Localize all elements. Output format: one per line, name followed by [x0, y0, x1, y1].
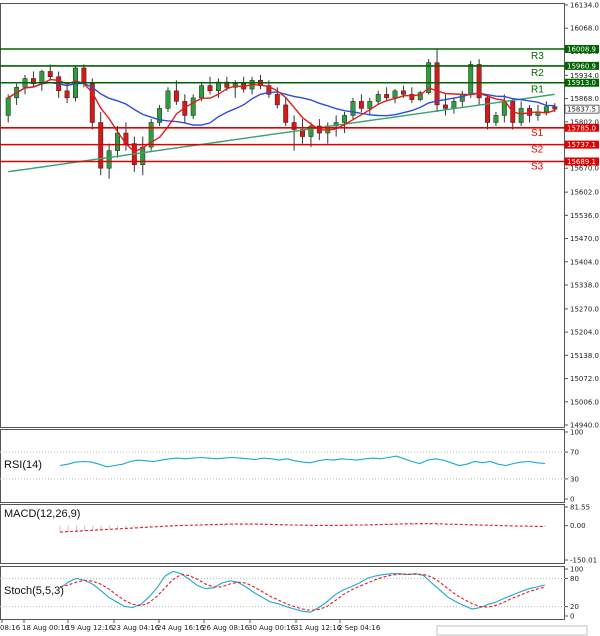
level-value-r2: 15960.9	[567, 62, 596, 70]
price-tick-label: 15868.0	[570, 95, 599, 103]
current-price-label: 15837.5	[567, 106, 596, 114]
candle-bear	[400, 90, 406, 95]
price-tick-label: 15338.0	[570, 282, 599, 290]
candle-bear	[207, 85, 213, 92]
rsi-tick-label: 100	[570, 429, 583, 437]
candle-bull	[367, 101, 373, 109]
candle-bear	[358, 101, 364, 109]
candle-bear	[47, 71, 53, 78]
rsi-pane: RSI(14) 100 70 30 0	[0, 429, 583, 504]
time-tick-label: 24 Aug 16:16	[157, 624, 205, 632]
candle-bull	[543, 106, 549, 113]
candle-bear	[274, 94, 280, 106]
candle-bull	[493, 115, 499, 123]
candle-bear	[64, 90, 70, 99]
stoch-label: Stoch(5,5,3)	[4, 585, 64, 597]
level-value-s3: 15689.1	[567, 158, 596, 166]
rsi-tick-label: 30	[570, 475, 579, 483]
candle-bull	[342, 115, 348, 123]
macd-tick-label: -150.01	[570, 557, 597, 565]
time-axis-scroll-frame	[436, 625, 588, 636]
stoch-pane: Stoch(5,5,3) 10080 20 0	[0, 566, 583, 621]
rsi-label: RSI(14)	[4, 459, 42, 471]
candle-bear	[283, 104, 289, 123]
level-name-s3: S3	[531, 161, 544, 172]
candle-bear	[384, 94, 390, 99]
candle-bull	[5, 97, 11, 116]
level-name-r1: R1	[531, 85, 544, 96]
price-tick-label: 15072.0	[570, 375, 599, 383]
candle-bear	[173, 90, 179, 102]
price-tick-label: 15006.0	[570, 398, 599, 406]
level-name-s2: S2	[531, 145, 544, 156]
candle-bull	[392, 90, 398, 99]
price-tick-label: 15602.0	[570, 189, 599, 197]
rsi-pane-frame	[0, 429, 565, 503]
price-tick-label: 15138.0	[570, 352, 599, 360]
time-tick-label: 26 Aug 08:16	[202, 624, 250, 632]
time-tick-label: 23 Aug 04:16	[112, 624, 160, 632]
price-tick-label: 15536.0	[570, 212, 599, 220]
candle-bull	[451, 101, 457, 109]
time-axis: 08:16 18 Aug 00:1619 Aug 12:1623 Aug 04:1…	[0, 619, 588, 636]
price-tick-label: 16134.0	[570, 2, 599, 10]
level-name-r3: R3	[531, 51, 544, 62]
time-tick-label: 08:16	[0, 624, 21, 632]
candle-bear	[89, 83, 95, 123]
price-tick-label: 15404.0	[570, 258, 599, 266]
main-price-pane: 16134.016068.016002.015934.015868.015802…	[0, 2, 600, 430]
time-tick-label: 2 Sep 04:16	[338, 624, 381, 632]
level-value-s2: 15737.1	[567, 141, 596, 149]
candle-bear	[81, 67, 87, 85]
candle-bull	[518, 108, 524, 123]
macd-pane: MACD(12,26,9) 81.55 0.00 -150.01	[0, 504, 597, 565]
candle-bull	[190, 97, 196, 116]
price-chart: 16134.016068.016002.015934.015868.015802…	[0, 2, 600, 636]
price-tick-label: 15204.0	[570, 329, 599, 337]
time-tick-label: 31 Aug 12:16	[294, 624, 342, 632]
macd-label: MACD(12,26,9)	[4, 508, 80, 520]
rsi-tick-label: 0	[570, 496, 574, 504]
candle-bull	[199, 85, 205, 99]
candle-bull	[106, 150, 112, 169]
price-tick-label: 15470.0	[570, 235, 599, 243]
candle-bull	[165, 90, 171, 109]
level-value-r1: 15913.0	[567, 79, 596, 87]
candle-bear	[552, 106, 558, 110]
candle-bear	[485, 97, 490, 123]
candle-bear	[443, 104, 448, 109]
candle-bull	[468, 64, 474, 95]
macd-tick-label: 81.55	[570, 504, 590, 512]
time-tick-label: 19 Aug 12:16	[66, 624, 114, 632]
candle-bull	[350, 101, 356, 116]
level-name-s1: S1	[531, 128, 544, 139]
stoch-tick-label: 80	[570, 575, 579, 583]
level-value-s1: 15785.0	[567, 124, 596, 132]
macd-tick-label: 0.00	[570, 522, 586, 530]
candle-bear	[434, 62, 440, 106]
price-tick-label: 15270.0	[570, 305, 599, 313]
candle-bull	[375, 94, 381, 102]
price-tick-label: 16068.0	[570, 25, 599, 33]
time-tick-label: 18 Aug 00:16	[22, 624, 70, 632]
candle-bull	[115, 132, 120, 151]
rsi-tick-label: 70	[570, 449, 579, 457]
macd-pane-frame	[0, 504, 565, 564]
stoch-pane-frame	[0, 566, 565, 620]
level-name-r2: R2	[531, 68, 544, 79]
stoch-tick-label: 20	[570, 603, 579, 611]
level-value-r3: 16008.9	[567, 46, 596, 54]
stoch-tick-label: 0	[570, 613, 574, 621]
time-tick-label: 30 Aug 00:16	[248, 624, 296, 632]
stoch-tick-label: 100	[570, 566, 583, 574]
